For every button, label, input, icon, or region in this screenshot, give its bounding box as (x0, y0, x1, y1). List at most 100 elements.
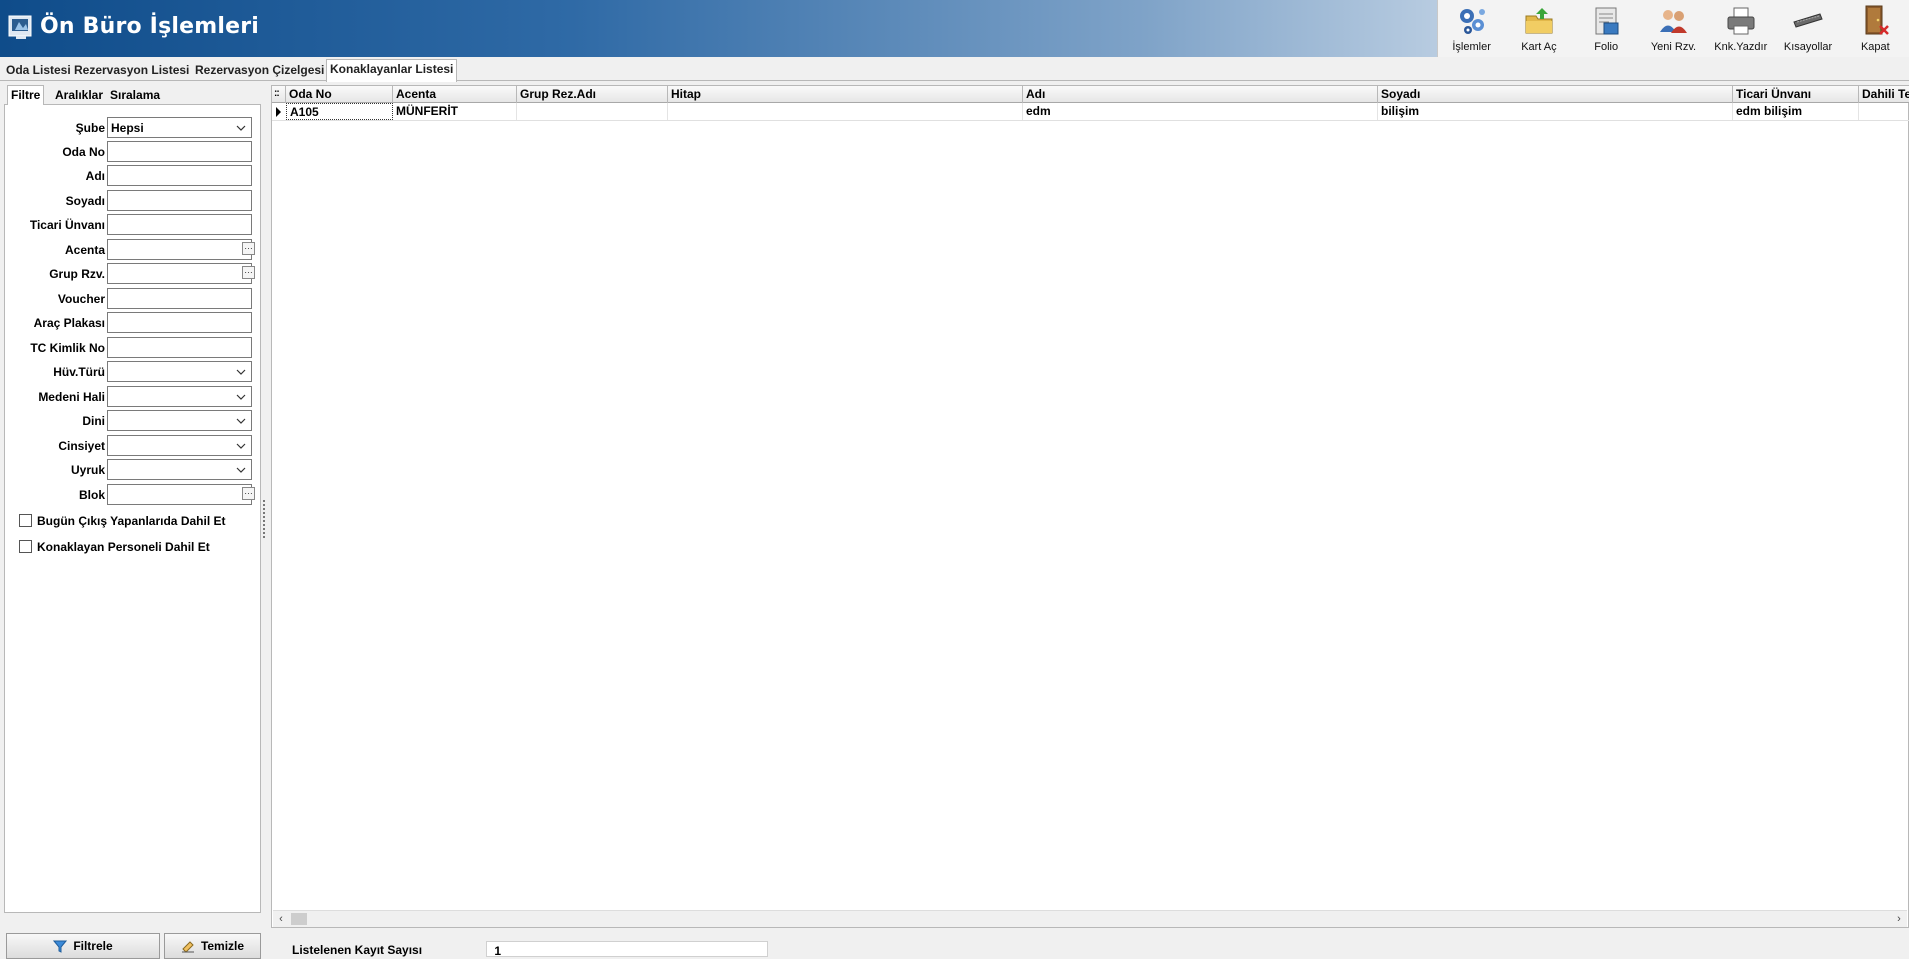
cell-soyadi[interactable]: bilişim (1378, 103, 1733, 120)
folio-button[interactable]: Folio (1573, 0, 1640, 57)
tab-rezervasyon-listesi[interactable]: Rezervasyon Listesi (71, 61, 192, 81)
tc-kimlik-no-input[interactable] (107, 337, 252, 358)
huv-turu-select[interactable] (107, 361, 252, 382)
blok-input[interactable] (107, 484, 252, 505)
ticari-unvani-input[interactable] (107, 214, 252, 235)
kart-ac-button[interactable]: Kart Aç (1505, 0, 1572, 57)
tab-oda-listesi[interactable]: Oda Listesi (3, 61, 74, 81)
cell-dahili-tel[interactable] (1859, 103, 1909, 120)
arac-plakasi-label: Araç Plakası (33, 316, 105, 330)
tab-rezervasyon-cizelgesi[interactable]: Rezervasyon Çizelgesi (192, 61, 327, 81)
filter-form: Şube Hepsi Oda No Adı Soyadı Ticari Ünva… (4, 105, 261, 913)
blok-lookup-button[interactable]: … (242, 487, 255, 500)
personel-checkbox[interactable]: Konaklayan Personeli Dahil Et (19, 539, 259, 555)
tab-araliklar[interactable]: Aralıklar (52, 86, 106, 105)
chevron-down-icon (236, 125, 246, 131)
cell-grup-rez-adi[interactable] (517, 103, 668, 120)
acenta-row: Acenta … (5, 239, 262, 261)
column-header-soyadi[interactable]: Soyadı (1378, 86, 1733, 103)
cell-acenta[interactable]: MÜNFERİT (393, 103, 517, 120)
oda-no-label: Oda No (62, 145, 105, 159)
voucher-input[interactable] (107, 288, 252, 309)
sube-label: Şube (75, 121, 105, 135)
cinsiyet-select[interactable] (107, 435, 252, 456)
grup-rzv-lookup-button[interactable]: … (242, 266, 255, 279)
ticari-unvani-row: Ticari Ünvanı (5, 214, 262, 236)
column-header-dahili-tel[interactable]: Dahili Te (1859, 86, 1909, 103)
acenta-input[interactable] (107, 239, 252, 260)
islemler-button[interactable]: İşlemler (1438, 0, 1505, 57)
adi-input[interactable] (107, 165, 252, 186)
yeni-rzv-button[interactable]: Yeni Rzv. (1640, 0, 1707, 57)
panel-splitter[interactable] (262, 500, 266, 540)
cell-ticari-unvani[interactable]: edm bilişim (1733, 103, 1859, 120)
cell-adi[interactable]: edm (1023, 103, 1378, 120)
record-count-label: Listelenen Kayıt Sayısı (292, 943, 423, 957)
tab-konaklayanlar-listesi[interactable]: Konaklayanlar Listesi (326, 59, 458, 82)
scroll-left-icon[interactable]: ‹ (275, 913, 287, 925)
scroll-thumb[interactable] (291, 913, 307, 925)
tc-kimlik-no-row: TC Kimlik No (5, 337, 262, 359)
gears-icon (1459, 9, 1485, 34)
column-header-ticari-unvani[interactable]: Ticari Ünvanı (1733, 86, 1859, 103)
checkbox-box[interactable] (19, 540, 32, 553)
uyruk-select[interactable] (107, 459, 252, 480)
printer-icon (1727, 7, 1755, 35)
tab-filtre[interactable]: Filtre (7, 85, 45, 106)
medeni-hali-select[interactable] (107, 386, 252, 407)
chevron-down-icon (236, 418, 246, 424)
tab-siralama[interactable]: Sıralama (107, 86, 163, 105)
ticari-unvani-label: Ticari Ünvanı (29, 218, 105, 232)
kisayollar-button[interactable]: Kısayollar (1774, 0, 1841, 57)
knk-yazdir-button[interactable]: Knk.Yazdır (1707, 0, 1774, 57)
acenta-lookup-button[interactable]: … (242, 242, 255, 255)
tc-kimlik-no-label: TC Kimlik No (30, 341, 105, 355)
bugun-cikis-checkbox[interactable]: Bugün Çıkış Yapanlarıda Dahil Et (19, 513, 259, 529)
horizontal-scrollbar[interactable]: ‹ › (273, 910, 1907, 927)
cell-hitap[interactable] (668, 103, 1023, 120)
blok-row: Blok … (5, 484, 262, 506)
filtrele-button[interactable]: Filtrele (6, 933, 160, 959)
column-header-adi[interactable]: Adı (1023, 86, 1378, 103)
new-reservation-icon (1660, 10, 1688, 33)
table-row[interactable]: A105 MÜNFERİT edm bilişim edm bilişim (272, 103, 1909, 121)
huv-turu-row: Hüv.Türü (5, 361, 262, 383)
uyruk-label: Uyruk (70, 463, 105, 477)
main-tabs: Oda Listesi Rezervasyon Listesi Rezervas… (0, 59, 1909, 82)
kapat-button[interactable]: Kapat (1842, 0, 1909, 57)
grup-rzv-input[interactable] (107, 263, 252, 284)
adi-label: Adı (85, 169, 105, 183)
oda-no-input[interactable] (107, 141, 252, 162)
temizle-label: Temizle (200, 939, 245, 953)
status-bar: Listelenen Kayıt Sayısı 1 (271, 940, 1909, 958)
arac-plakasi-input[interactable] (107, 312, 252, 333)
title-bar: Ön Büro İşlemleri İşlemler Kart Aç Folio… (0, 0, 1909, 57)
temizle-button[interactable]: Temizle (164, 933, 261, 959)
sube-select[interactable]: Hepsi (107, 117, 252, 138)
grup-rzv-label: Grup Rzv. (49, 267, 105, 281)
scroll-right-icon[interactable]: › (1893, 913, 1905, 925)
kapat-label: Kapat (1860, 41, 1890, 53)
toolbar: İşlemler Kart Aç Folio Yeni Rzv. Knk.Yaz… (1437, 0, 1909, 57)
acenta-label: Acenta (64, 243, 105, 257)
chevron-down-icon (236, 369, 246, 375)
adi-row: Adı (5, 165, 262, 187)
dini-select[interactable] (107, 410, 252, 431)
soyadi-input[interactable] (107, 190, 252, 211)
soyadi-label: Soyadı (65, 194, 105, 208)
keyboard-icon (1793, 13, 1823, 28)
huv-turu-label: Hüv.Türü (53, 365, 105, 379)
column-header-grup-rez-adi[interactable]: Grup Rez.Adı (517, 86, 668, 103)
voucher-label: Voucher (57, 292, 105, 306)
arac-plakasi-row: Araç Plakası (5, 312, 262, 334)
column-header-oda-no[interactable]: Oda No (286, 86, 393, 103)
sube-row: Şube Hepsi (5, 117, 262, 139)
kisayollar-label: Kısayollar (1783, 41, 1833, 53)
cell-oda-no[interactable]: A105 (286, 103, 393, 120)
cinsiyet-row: Cinsiyet (5, 435, 262, 457)
column-header-acenta[interactable]: Acenta (393, 86, 517, 103)
column-header-hitap[interactable]: Hitap (668, 86, 1023, 103)
filtrele-label: Filtrele (73, 939, 113, 953)
checkbox-box[interactable] (19, 514, 32, 527)
grid-corner[interactable]: :: (272, 86, 286, 103)
